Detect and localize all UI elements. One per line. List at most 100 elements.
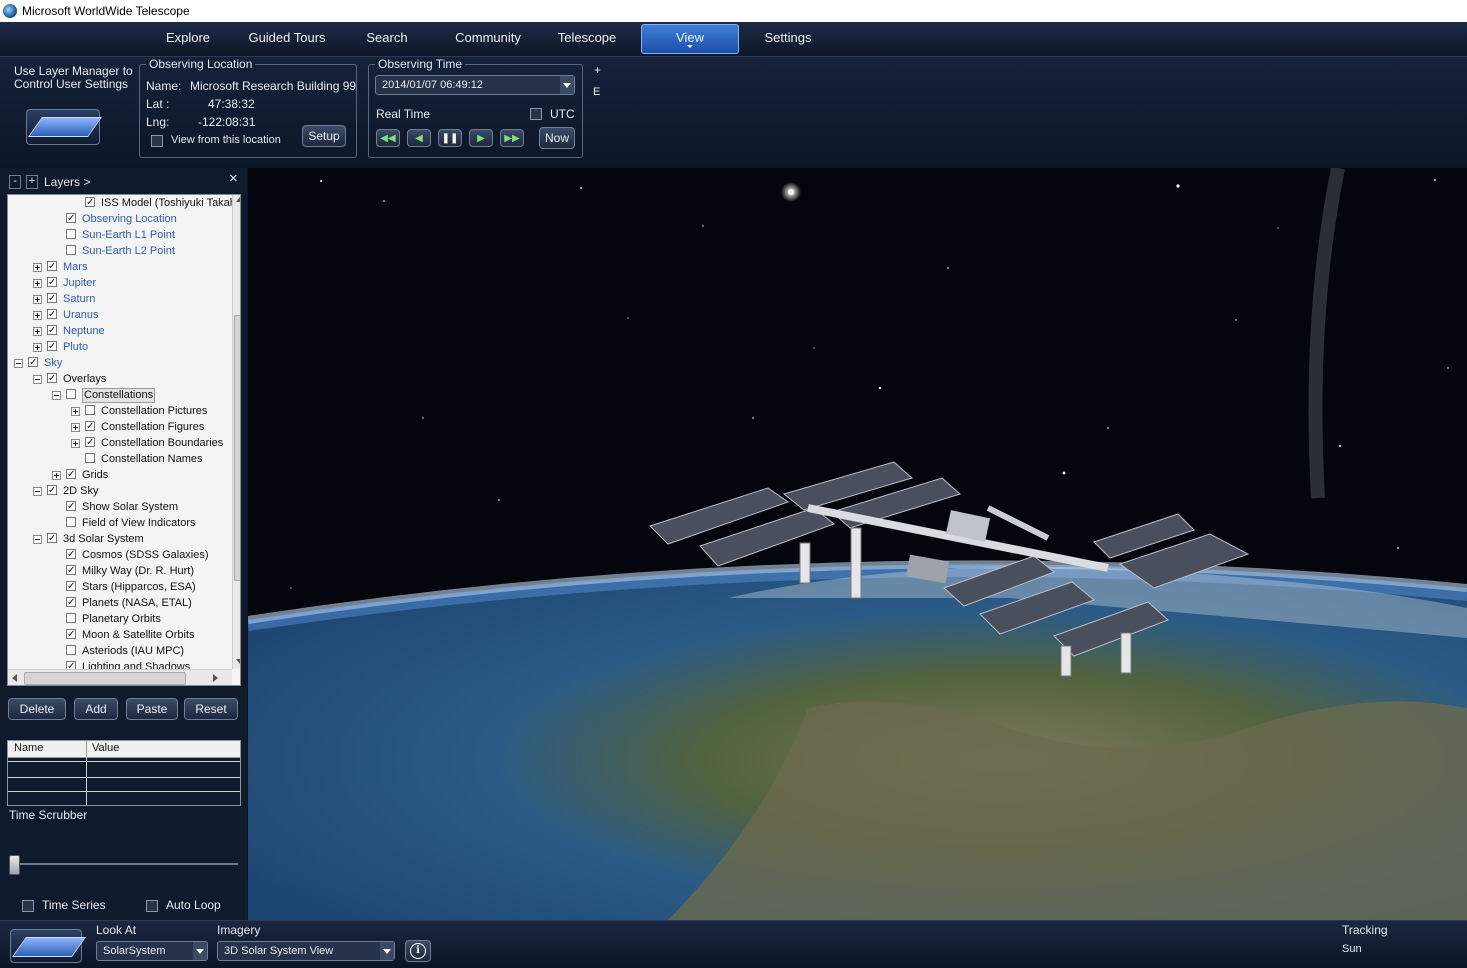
menu-community[interactable]: Community <box>444 22 532 54</box>
layers-header[interactable]: Layers > <box>44 175 90 189</box>
add-button[interactable]: Add <box>74 698 118 720</box>
e-button[interactable]: E <box>593 86 600 98</box>
layer-checkbox[interactable] <box>47 483 57 499</box>
time-scrubber-thumb[interactable] <box>9 855 20 875</box>
menu-view[interactable]: View <box>641 24 739 54</box>
expand-icon[interactable] <box>71 439 80 448</box>
layer-checkbox[interactable] <box>66 499 76 515</box>
expand-panel-button[interactable]: + <box>594 63 601 77</box>
layer-checkbox[interactable] <box>66 211 76 227</box>
layer-checkbox[interactable] <box>66 467 76 483</box>
expand-icon[interactable] <box>33 279 42 288</box>
layer-checkbox[interactable] <box>47 291 57 307</box>
longitude-value: -122:08:31 <box>198 115 256 129</box>
expand-icon[interactable] <box>33 343 42 352</box>
horizontal-scrollbar[interactable] <box>8 669 232 685</box>
chevron-down-icon[interactable] <box>560 76 574 94</box>
grid-header-divider <box>86 741 87 757</box>
utc-checkbox[interactable] <box>530 108 542 120</box>
layer-checkbox[interactable] <box>66 627 76 643</box>
fast-forward-button[interactable]: ▶▶ <box>500 129 524 147</box>
layer-checkbox[interactable] <box>85 405 95 415</box>
expand-icon[interactable] <box>33 327 42 336</box>
vertical-scrollbar[interactable] <box>232 195 240 669</box>
now-button[interactable]: Now <box>539 127 575 149</box>
sky-render[interactable] <box>248 168 1467 920</box>
expand-icon[interactable] <box>71 423 80 432</box>
view-from-location-checkbox[interactable] <box>151 135 163 147</box>
setup-button[interactable]: Setup <box>302 125 346 147</box>
collapse-all-button[interactable]: - <box>9 175 21 189</box>
scroll-up-icon[interactable] <box>236 197 240 202</box>
layer-checkbox[interactable] <box>85 435 95 451</box>
paste-button[interactable]: Paste <box>126 698 178 720</box>
look-at-select[interactable]: SolarSystem <box>96 941 208 961</box>
menu-telescope[interactable]: Telescope <box>544 22 630 54</box>
info-button[interactable]: i <box>405 940 431 962</box>
layer-checkbox[interactable] <box>47 307 57 323</box>
layer-checkbox[interactable] <box>47 339 57 355</box>
layer-checkbox[interactable] <box>66 595 76 611</box>
layer-checkbox[interactable] <box>85 195 95 211</box>
layer-checkbox[interactable] <box>66 245 76 255</box>
menu-search[interactable]: Search <box>348 22 426 54</box>
expand-icon[interactable] <box>71 407 80 416</box>
expand-all-button[interactable]: + <box>26 175 38 189</box>
collapse-icon[interactable] <box>33 535 42 544</box>
time-series-checkbox[interactable] <box>22 900 34 912</box>
fast-rewind-button[interactable]: ◀◀ <box>376 129 400 147</box>
scroll-down-icon[interactable] <box>236 659 240 664</box>
expand-icon[interactable] <box>33 263 42 272</box>
layer-manager-thumbnail[interactable] <box>26 109 103 145</box>
current-view-thumbnail[interactable] <box>10 929 87 963</box>
chevron-down-icon[interactable] <box>193 942 207 960</box>
scroll-right-icon[interactable] <box>213 674 218 682</box>
layer-checkbox[interactable] <box>47 275 57 291</box>
expand-icon[interactable] <box>33 295 42 304</box>
play-button[interactable]: ▶ <box>469 129 493 147</box>
collapse-icon[interactable] <box>33 487 42 496</box>
expand-icon[interactable] <box>33 311 42 320</box>
vertical-scroll-thumb[interactable] <box>234 315 240 581</box>
collapse-icon[interactable] <box>14 359 23 368</box>
tracking-label: Tracking <box>1342 923 1388 937</box>
layer-checkbox[interactable] <box>66 645 76 655</box>
layer-checkbox[interactable] <box>66 563 76 579</box>
current-view-image <box>11 937 87 957</box>
layer-checkbox[interactable] <box>85 453 95 463</box>
scroll-left-icon[interactable] <box>12 674 17 682</box>
pause-button[interactable]: ❚❚ <box>438 129 462 147</box>
imagery-select[interactable]: 3D Solar System View <box>217 941 395 961</box>
layer-checkbox[interactable] <box>85 419 95 435</box>
layer-tree[interactable]: ISS Model (Toshiyuki Takahei) Observing L… <box>7 194 241 686</box>
delete-button[interactable]: Delete <box>8 698 66 720</box>
layer-properties-grid[interactable]: Name Value <box>7 740 241 806</box>
layer-checkbox[interactable] <box>66 547 76 563</box>
layer-checkbox[interactable] <box>47 323 57 339</box>
layer-checkbox[interactable] <box>66 389 76 399</box>
reset-button[interactable]: Reset <box>184 698 238 720</box>
layer-checkbox[interactable] <box>47 371 57 387</box>
layer-checkbox[interactable] <box>66 517 76 527</box>
sky-view[interactable] <box>248 168 1467 920</box>
collapse-icon[interactable] <box>52 391 61 400</box>
menu-settings[interactable]: Settings <box>748 22 828 54</box>
layer-checkbox[interactable] <box>66 613 76 623</box>
layer-checkbox[interactable] <box>66 229 76 239</box>
layer-checkbox[interactable] <box>66 579 76 595</box>
collapse-icon[interactable] <box>33 375 42 384</box>
layer-checkbox[interactable] <box>28 355 38 371</box>
layer-checkbox[interactable] <box>47 259 57 275</box>
close-icon[interactable]: × <box>229 170 238 187</box>
expand-icon[interactable] <box>52 471 61 480</box>
time-scrubber-track[interactable] <box>10 863 238 865</box>
horizontal-scroll-thumb[interactable] <box>24 672 186 685</box>
datetime-picker[interactable]: 2014/01/07 06:49:12 <box>375 75 575 95</box>
menu-explore[interactable]: Explore <box>150 22 226 54</box>
rewind-button[interactable]: ◀ <box>407 129 431 147</box>
location-name-value[interactable]: Microsoft Research Building 99 <box>190 79 356 93</box>
layer-checkbox[interactable] <box>47 531 57 547</box>
menu-guided-tours[interactable]: Guided Tours <box>236 22 338 54</box>
auto-loop-checkbox[interactable] <box>146 900 158 912</box>
chevron-down-icon[interactable] <box>380 942 394 960</box>
